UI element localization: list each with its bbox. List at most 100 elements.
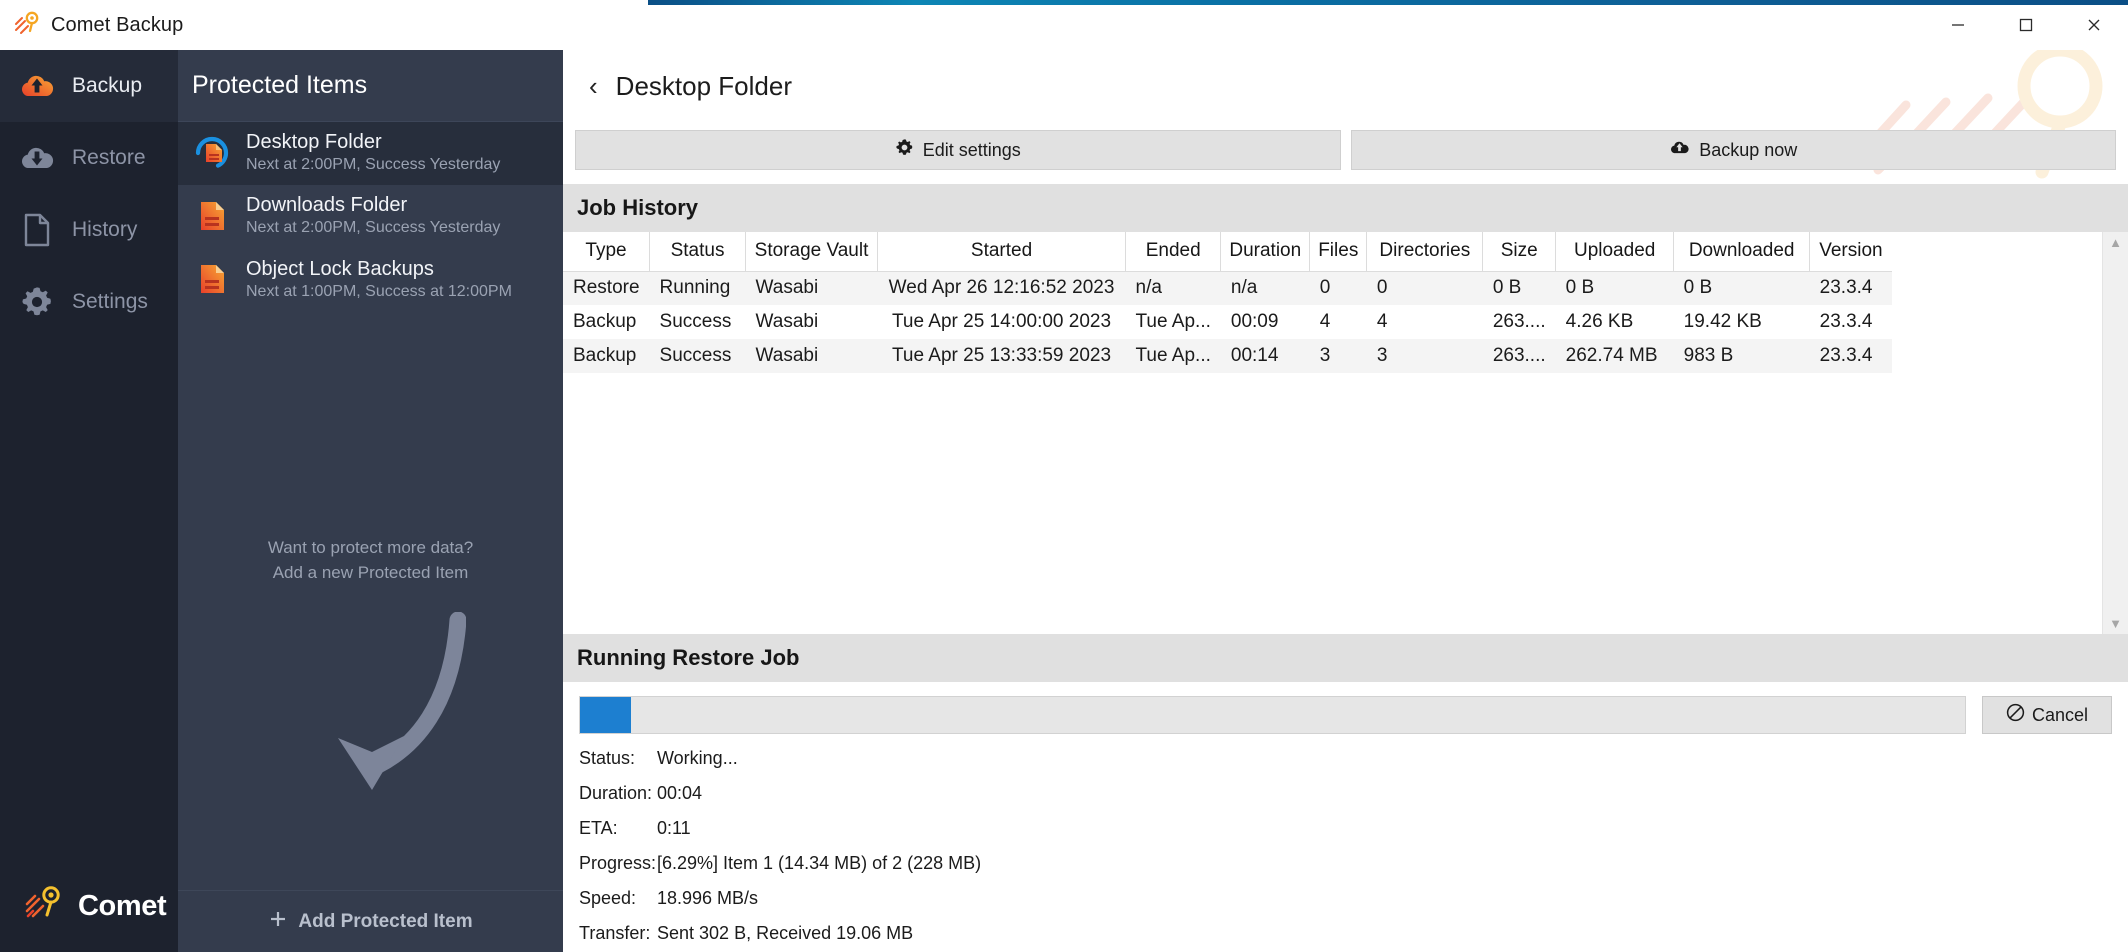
- progress-row: Cancel: [579, 696, 2112, 734]
- protected-item-title: Object Lock Backups: [246, 257, 434, 280]
- main-panel: ‹ Desktop Folder Edit settings Backup no…: [563, 50, 2128, 952]
- progress-bar: [579, 696, 1966, 734]
- cell-storage-vault: Wasabi: [745, 271, 878, 305]
- protected-item-object-lock-backups[interactable]: Object Lock Backups Next at 1:00PM, Succ…: [178, 249, 563, 312]
- column-header-started[interactable]: Started: [877, 232, 1127, 272]
- window-controls: [1924, 0, 2128, 50]
- protected-item-desktop-folder[interactable]: Desktop Folder Next at 2:00PM, Success Y…: [178, 122, 563, 186]
- cell-ended: Tue Ap...: [1125, 339, 1221, 373]
- field-value: 00:04: [657, 783, 703, 803]
- action-button-row: Edit settings Backup now: [563, 122, 2128, 184]
- cell-ended: n/a: [1125, 271, 1221, 305]
- cell-downloaded: 983 B: [1673, 339, 1810, 373]
- cell-status: Running: [649, 271, 746, 305]
- cell-version: 23.3.4: [1809, 271, 1892, 305]
- sidebar-item-settings[interactable]: Settings: [0, 266, 178, 338]
- column-header-status[interactable]: Status: [649, 232, 747, 272]
- cancel-button[interactable]: Cancel: [1982, 696, 2112, 734]
- table-row[interactable]: Backup Success Wasabi Tue Apr 25 14:00:0…: [563, 305, 1892, 339]
- running-job-field-status: Status: Working...: [579, 748, 2112, 769]
- backup-now-button[interactable]: Backup now: [1350, 130, 2116, 170]
- column-header-ended[interactable]: Ended: [1125, 232, 1222, 272]
- running-job-body: Cancel Status: Working... Duration: 00:0…: [563, 682, 2128, 952]
- cell-uploaded: 4.26 KB: [1555, 305, 1674, 339]
- cell-size: 263....: [1482, 339, 1556, 373]
- column-header-storage-vault[interactable]: Storage Vault: [745, 232, 879, 272]
- column-header-version[interactable]: Version: [1809, 232, 1892, 272]
- protected-item-subtitle: Next at 1:00PM, Success at 12:00PM: [246, 282, 512, 300]
- cancel-label: Cancel: [2031, 704, 2089, 725]
- promo-line-2: Add a new Protected Item: [272, 562, 469, 582]
- cell-files: 3: [1309, 339, 1367, 373]
- backup-now-label: Backup now: [1699, 139, 1798, 160]
- protected-items-list: Desktop Folder Next at 2:00PM, Success Y…: [178, 122, 563, 312]
- edit-settings-button[interactable]: Edit settings: [575, 130, 1341, 170]
- running-job-field-eta: ETA: 0:11: [579, 818, 2112, 839]
- sidebar-item-history[interactable]: History: [0, 194, 178, 266]
- cell-uploaded: 262.74 MB: [1555, 339, 1674, 373]
- field-key: ETA:: [579, 818, 618, 838]
- protected-item-text: Desktop Folder Next at 2:00PM, Success Y…: [246, 131, 500, 174]
- column-header-directories[interactable]: Directories: [1366, 232, 1484, 272]
- close-button[interactable]: [2060, 0, 2128, 50]
- add-protected-item-button[interactable]: Add Protected Item: [178, 890, 563, 952]
- cell-storage-vault: Wasabi: [745, 339, 878, 373]
- curved-arrow-icon: [276, 611, 466, 807]
- field-value: Working...: [657, 748, 738, 768]
- cell-duration: n/a: [1220, 271, 1310, 305]
- running-job-field-transfer: Transfer: Sent 302 B, Received 19.06 MB: [579, 923, 2112, 944]
- job-history-table: Type Status Storage Vault Started Ended …: [563, 232, 1892, 373]
- table-row[interactable]: Backup Success Wasabi Tue Apr 25 13:33:5…: [563, 339, 1892, 373]
- scroll-up-icon[interactable]: ▲: [2109, 236, 2122, 249]
- cell-directories: 4: [1366, 305, 1483, 339]
- field-value: 18.996 MB/s: [657, 888, 759, 908]
- cloud-download-icon: [18, 139, 56, 177]
- title-bar: Comet Backup: [0, 0, 2128, 50]
- cell-uploaded: 0 B: [1555, 271, 1674, 305]
- cell-started: Tue Apr 25 13:33:59 2023: [877, 339, 1126, 373]
- table-row[interactable]: Restore Running Wasabi Wed Apr 26 12:16:…: [563, 271, 1892, 305]
- cell-status: Success: [649, 305, 746, 339]
- running-job-field-duration: Duration: 00:04: [579, 783, 2112, 804]
- no-entry-icon: [2006, 703, 2025, 727]
- field-key: Duration:: [579, 783, 653, 803]
- column-header-type[interactable]: Type: [563, 232, 651, 272]
- cell-ended: Tue Ap...: [1125, 305, 1221, 339]
- column-header-duration[interactable]: Duration: [1220, 232, 1311, 272]
- scroll-down-icon[interactable]: ▼: [2109, 617, 2122, 630]
- comet-logo-icon: [14, 10, 40, 41]
- chevron-left-icon[interactable]: ‹: [589, 73, 598, 99]
- window-body: Backup Restore History Settings Comet Pr…: [0, 50, 2128, 952]
- sidebar-nav: Backup Restore History Settings Comet: [0, 50, 178, 952]
- top-accent-strip: [648, 0, 2128, 5]
- job-history-scrollbar[interactable]: ▲ ▼: [2102, 232, 2128, 634]
- table-body: Restore Running Wasabi Wed Apr 26 12:16:…: [563, 271, 1892, 373]
- cell-downloaded: 19.42 KB: [1673, 305, 1810, 339]
- page-title: Desktop Folder: [615, 70, 792, 101]
- protected-item-text: Downloads Folder Next at 2:00PM, Success…: [246, 194, 500, 237]
- table-header: Type Status Storage Vault Started Ended …: [563, 232, 1892, 272]
- cell-directories: 0: [1366, 271, 1483, 305]
- column-header-size[interactable]: Size: [1482, 232, 1557, 272]
- cell-size: 263....: [1482, 305, 1556, 339]
- progress-bar-fill: [580, 697, 631, 733]
- field-key: Progress:: [579, 853, 657, 873]
- sidebar-item-restore[interactable]: Restore: [0, 122, 178, 194]
- minimize-button[interactable]: [1924, 0, 1992, 50]
- brand-logo: Comet: [0, 860, 178, 952]
- cloud-upload-icon: [18, 67, 56, 105]
- cell-files: 4: [1309, 305, 1367, 339]
- sidebar-item-label: Backup: [72, 74, 143, 97]
- cell-started: Tue Apr 25 14:00:00 2023: [877, 305, 1126, 339]
- cell-type: Backup: [563, 305, 650, 339]
- edit-settings-label: Edit settings: [922, 139, 1021, 160]
- column-header-files[interactable]: Files: [1309, 232, 1368, 272]
- column-header-downloaded[interactable]: Downloaded: [1673, 232, 1811, 272]
- maximize-button[interactable]: [1992, 0, 2060, 50]
- sidebar-item-backup[interactable]: Backup: [0, 50, 178, 122]
- job-history-scroll: Type Status Storage Vault Started Ended …: [563, 232, 2102, 634]
- app-window: Comet Backup Backup Restore History Sett…: [0, 0, 2128, 952]
- column-header-uploaded[interactable]: Uploaded: [1555, 232, 1675, 272]
- title-bar-left: Comet Backup: [0, 10, 183, 41]
- protected-item-downloads-folder[interactable]: Downloads Folder Next at 2:00PM, Success…: [178, 185, 563, 248]
